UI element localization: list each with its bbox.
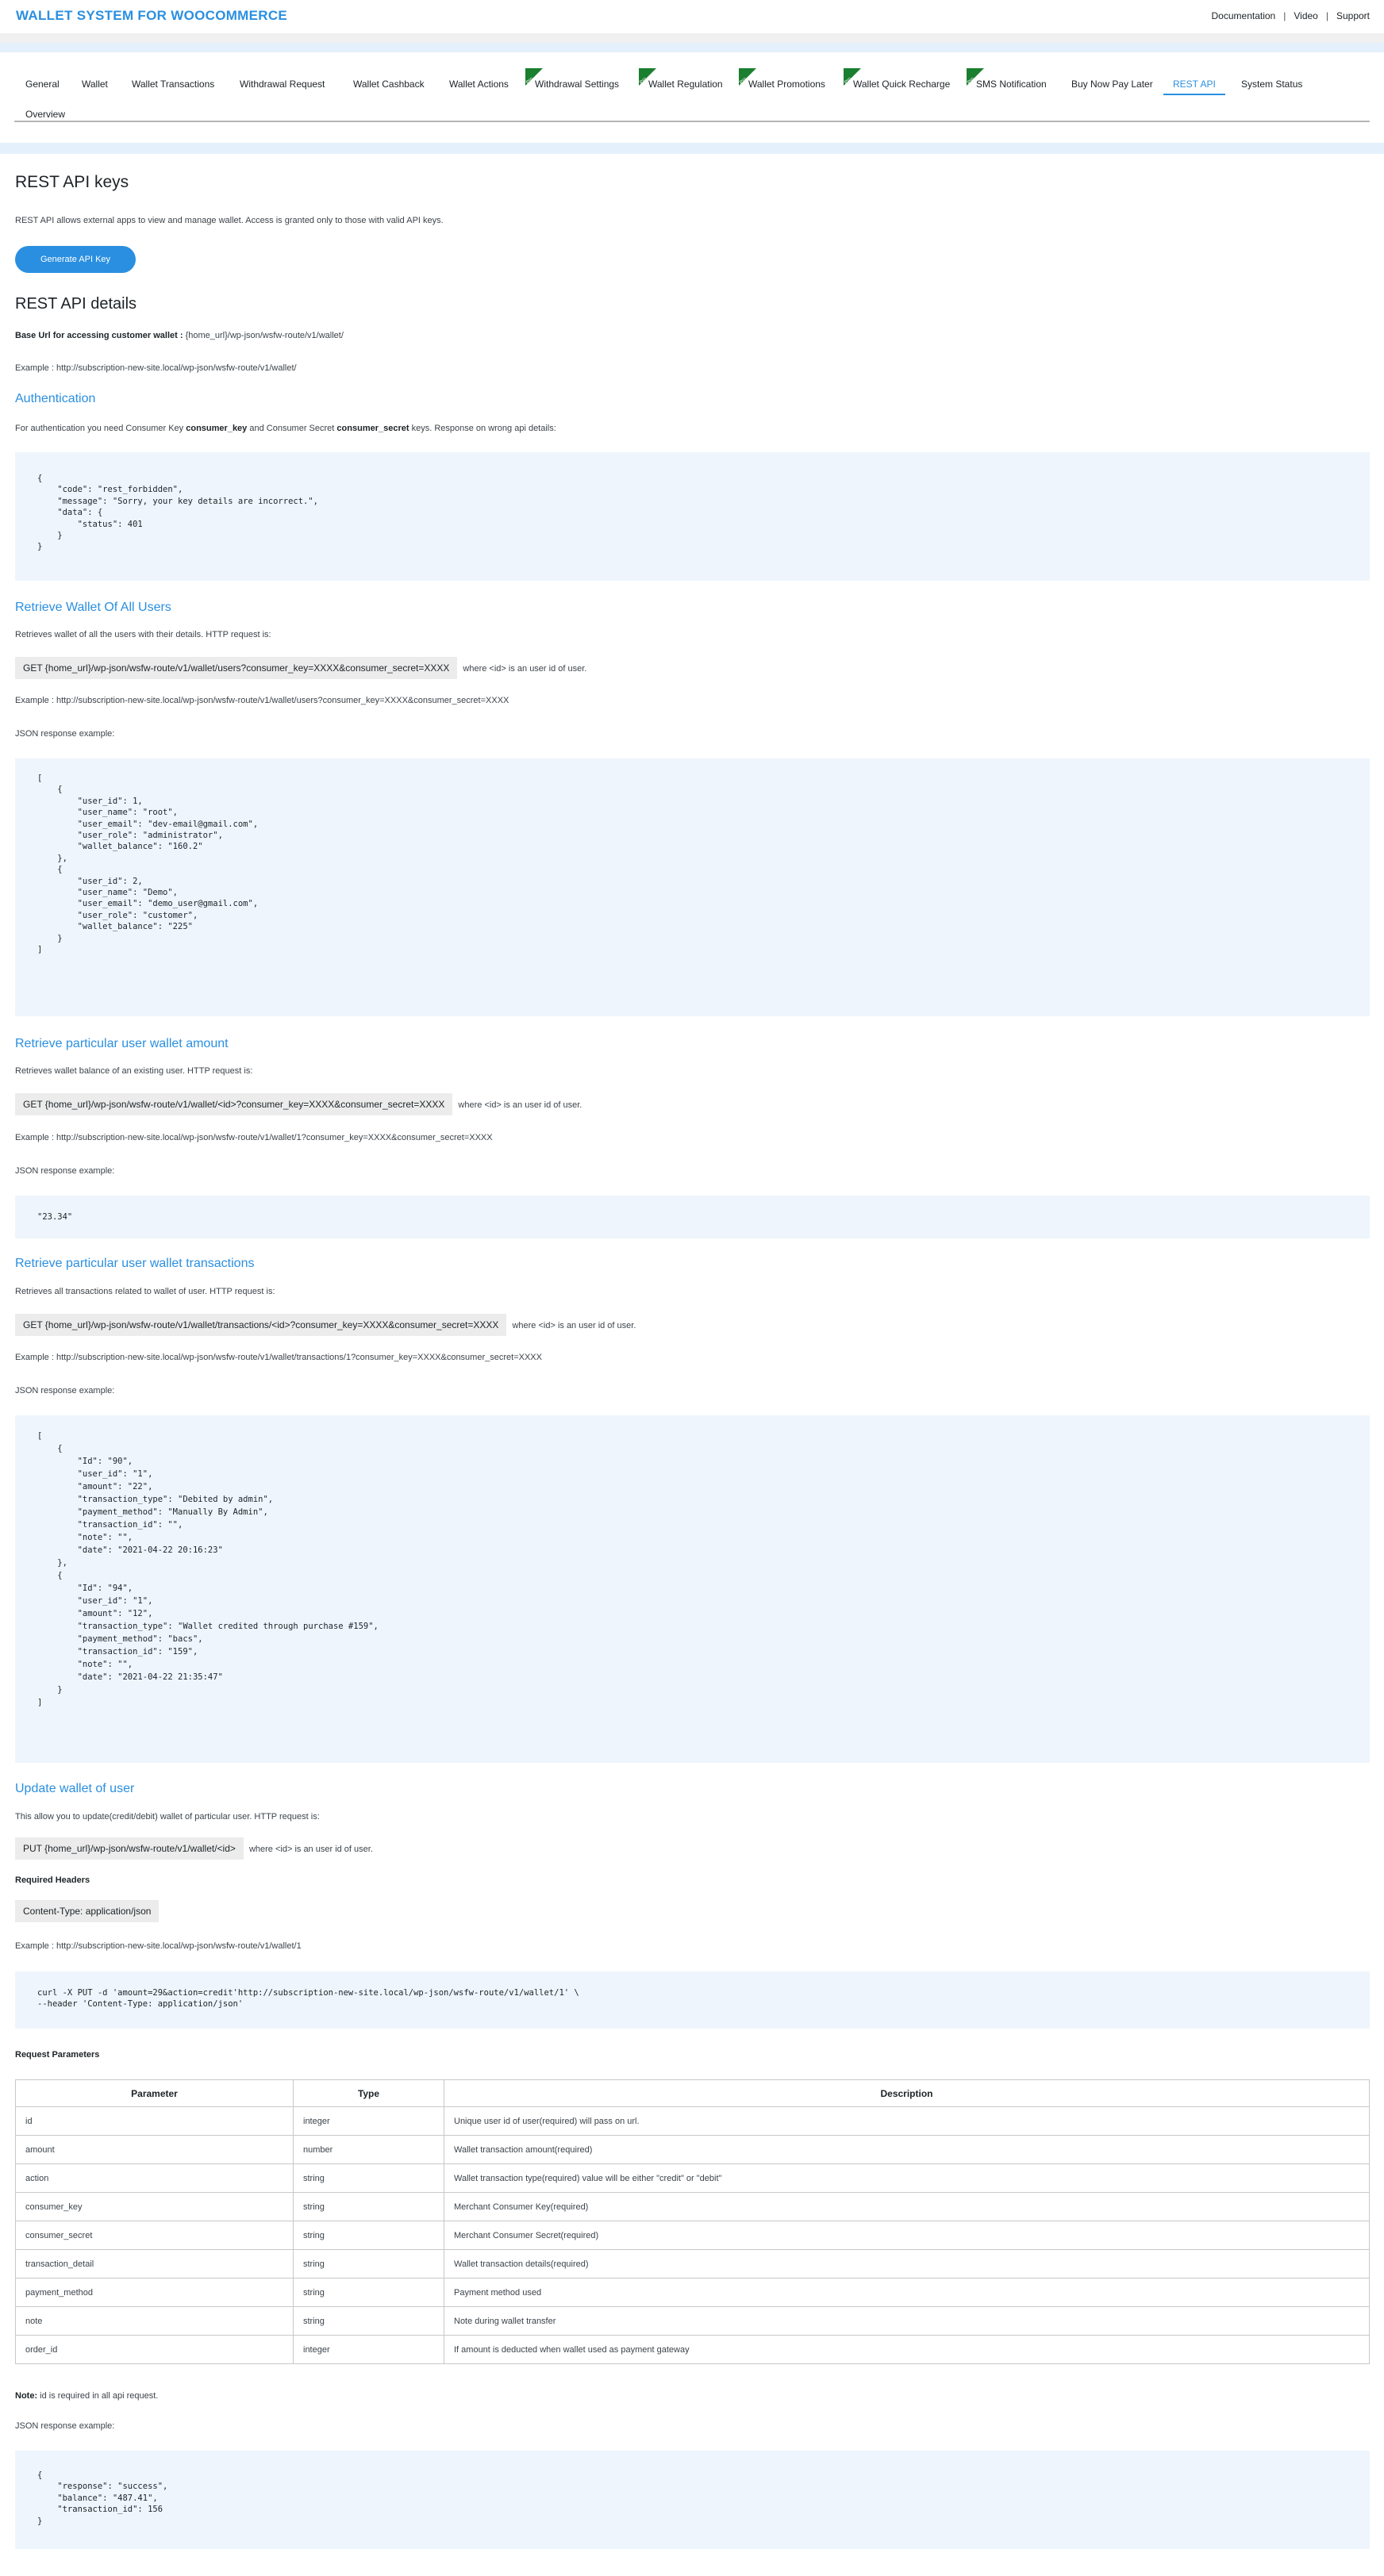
base-url-example: Example : http://subscription-new-site.l… xyxy=(15,363,297,373)
all-users-json-code: [ { "user_id": 1, "user_name": "root", "… xyxy=(15,758,1370,1016)
request-parameters-table: Parameter Type Description id integer Uniq… xyxy=(15,2079,1370,2364)
settings-tab-nav: General Wallet Wallet Transactions Withd… xyxy=(0,52,1384,143)
table-row: amount number Wallet transaction amount(re… xyxy=(15,2135,1370,2164)
user-transactions-json-code: [ { "Id": "90", "user_id": "1", "amount"… xyxy=(15,1415,1370,1763)
table-row: order_id integer If amount is deducted whe… xyxy=(15,2335,1370,2364)
pro-ribbon-icon: Pro xyxy=(844,68,861,86)
authentication-error-code: { "code": "rest_forbidden", "message": "… xyxy=(15,452,1370,581)
authentication-title: Authentication xyxy=(15,392,96,405)
update-wallet-json-label: JSON response example: xyxy=(15,2421,115,2431)
user-amount-request: GET {home_url}/wp-json/wsfw-route/v1/wal… xyxy=(15,1093,582,1115)
tab-buy-now-pay-later[interactable]: Buy Now Pay Later xyxy=(1071,63,1153,95)
tab-wallet-cashback[interactable]: Wallet Cashback xyxy=(353,63,425,95)
table-row: note string Note during wallet transfer xyxy=(15,2306,1370,2336)
column-header: Type xyxy=(293,2079,444,2107)
http-request-pill: PUT {home_url}/wp-json/wsfw-route/v1/wal… xyxy=(15,1837,244,1860)
all-users-json-label: JSON response example: xyxy=(15,729,115,739)
table-row: payment_method string Payment method used xyxy=(15,2278,1370,2307)
support-link[interactable]: Support xyxy=(1336,10,1370,21)
user-transactions-request: GET {home_url}/wp-json/wsfw-route/v1/wal… xyxy=(15,1314,636,1336)
http-request-pill: GET {home_url}/wp-json/wsfw-route/v1/wal… xyxy=(15,657,458,679)
user-amount-json-label: JSON response example: xyxy=(15,1166,115,1176)
base-url-line: Base Url for accessing customer wallet :… xyxy=(15,331,344,340)
table-row: transaction_detail string Wallet transacti… xyxy=(15,2249,1370,2278)
update-wallet-curl-code: curl -X PUT -d 'amount=29&action=credit'… xyxy=(15,1971,1370,2029)
user-amount-example: Example : http://subscription-new-site.l… xyxy=(15,1133,493,1142)
tab-general[interactable]: General xyxy=(25,63,60,95)
table-row: consumer_secret string Merchant Consumer S… xyxy=(15,2221,1370,2250)
user-amount-json-code: "23.34" xyxy=(15,1196,1370,1238)
all-users-example: Example : http://subscription-new-site.l… xyxy=(15,696,509,705)
tab-wallet[interactable]: Wallet xyxy=(82,63,108,95)
pro-ribbon-icon: Pro xyxy=(525,68,543,86)
header-divider-band xyxy=(0,43,1384,52)
request-parameters-label: Request Parameters xyxy=(15,2050,100,2060)
tab-wallet-quick-recharge[interactable]: Pro Wallet Quick Recharge xyxy=(844,63,950,95)
user-amount-title: Retrieve particular user wallet amount xyxy=(15,1037,229,1050)
all-users-title: Retrieve Wallet Of All Users xyxy=(15,601,171,614)
base-url-label: Base Url for accessing customer wallet : xyxy=(15,331,183,340)
header-links: Documentation | Video | Support xyxy=(1212,10,1370,21)
tab-rest-api[interactable]: REST API xyxy=(1163,63,1225,95)
user-transactions-example: Example : http://subscription-new-site.l… xyxy=(15,1353,542,1362)
http-request-pill: GET {home_url}/wp-json/wsfw-route/v1/wal… xyxy=(15,1093,453,1115)
tab-withdrawal-settings[interactable]: Pro Withdrawal Settings xyxy=(525,63,619,95)
table-header-row: Parameter Type Description xyxy=(15,2079,1370,2107)
update-wallet-example: Example : http://subscription-new-site.l… xyxy=(15,1941,302,1951)
tab-sms-notification[interactable]: Pro SMS Notification xyxy=(967,63,1047,95)
tab-withdrawal-request[interactable]: Withdrawal Request xyxy=(240,63,325,95)
column-header: Parameter xyxy=(15,2079,294,2107)
pro-ribbon-icon: Pro xyxy=(967,68,984,86)
generate-api-key-button[interactable]: Generate API Key xyxy=(15,246,136,273)
user-transactions-desc: Retrieves all transactions related to wa… xyxy=(15,1287,275,1296)
authentication-text: For authentication you need Consumer Key… xyxy=(15,424,556,433)
base-url-value: {home_url}/wp-json/wsfw-route/v1/wallet/ xyxy=(183,331,344,340)
table-row: consumer_key string Merchant Consumer Key(… xyxy=(15,2192,1370,2221)
tab-wallet-transactions[interactable]: Wallet Transactions xyxy=(132,63,214,95)
tab-wallet-regulation[interactable]: Pro Wallet Regulation xyxy=(639,63,723,95)
required-header-value: Content-Type: application/json xyxy=(15,1900,162,1922)
separator: | xyxy=(1325,10,1328,21)
video-link[interactable]: Video xyxy=(1294,10,1317,21)
table-row: id integer Unique user id of user(required… xyxy=(15,2106,1370,2136)
user-amount-desc: Retrieves wallet balance of an existing … xyxy=(15,1066,253,1076)
http-request-pill: GET {home_url}/wp-json/wsfw-route/v1/wal… xyxy=(15,1314,507,1336)
update-wallet-desc: This allow you to update(credit/debit) w… xyxy=(15,1812,320,1822)
pro-ribbon-icon: Pro xyxy=(739,68,756,86)
id-required-note: Note: id is required in all api request. xyxy=(15,2391,159,2401)
all-users-request: GET {home_url}/wp-json/wsfw-route/v1/wal… xyxy=(15,657,586,679)
update-wallet-request: PUT {home_url}/wp-json/wsfw-route/v1/wal… xyxy=(15,1837,373,1860)
required-headers-label: Required Headers xyxy=(15,1875,90,1885)
tab-wallet-actions[interactable]: Wallet Actions xyxy=(449,63,509,95)
update-wallet-json-code: { "response": "success", "balance": "487… xyxy=(15,2451,1370,2549)
rest-api-content: REST API keys REST API allows external a… xyxy=(0,154,1384,2576)
column-header: Description xyxy=(444,2079,1370,2107)
all-users-desc: Retrieves wallet of all the users with t… xyxy=(15,630,271,639)
update-wallet-title: Update wallet of user xyxy=(15,1782,135,1795)
tab-system-status[interactable]: System Status xyxy=(1241,63,1302,95)
top-header: WALLET SYSTEM FOR WOOCOMMERCE Documentat… xyxy=(0,0,1384,33)
user-transactions-json-label: JSON response example: xyxy=(15,1386,115,1395)
page-title: REST API keys xyxy=(15,173,129,191)
table-row: action string Wallet transaction type(requ… xyxy=(15,2163,1370,2193)
pro-ribbon-icon: Pro xyxy=(639,68,656,86)
nav-divider-band xyxy=(0,143,1384,154)
plugin-brand-title: WALLET SYSTEM FOR WOOCOMMERCE xyxy=(16,8,288,23)
nav-underline xyxy=(14,121,1370,122)
intro-text: REST API allows external apps to view an… xyxy=(15,216,444,225)
separator: | xyxy=(1283,10,1286,21)
tab-wallet-promotions[interactable]: Pro Wallet Promotions xyxy=(739,63,825,95)
details-title: REST API details xyxy=(15,295,137,313)
user-transactions-title: Retrieve particular user wallet transact… xyxy=(15,1257,255,1270)
documentation-link[interactable]: Documentation xyxy=(1212,10,1276,21)
